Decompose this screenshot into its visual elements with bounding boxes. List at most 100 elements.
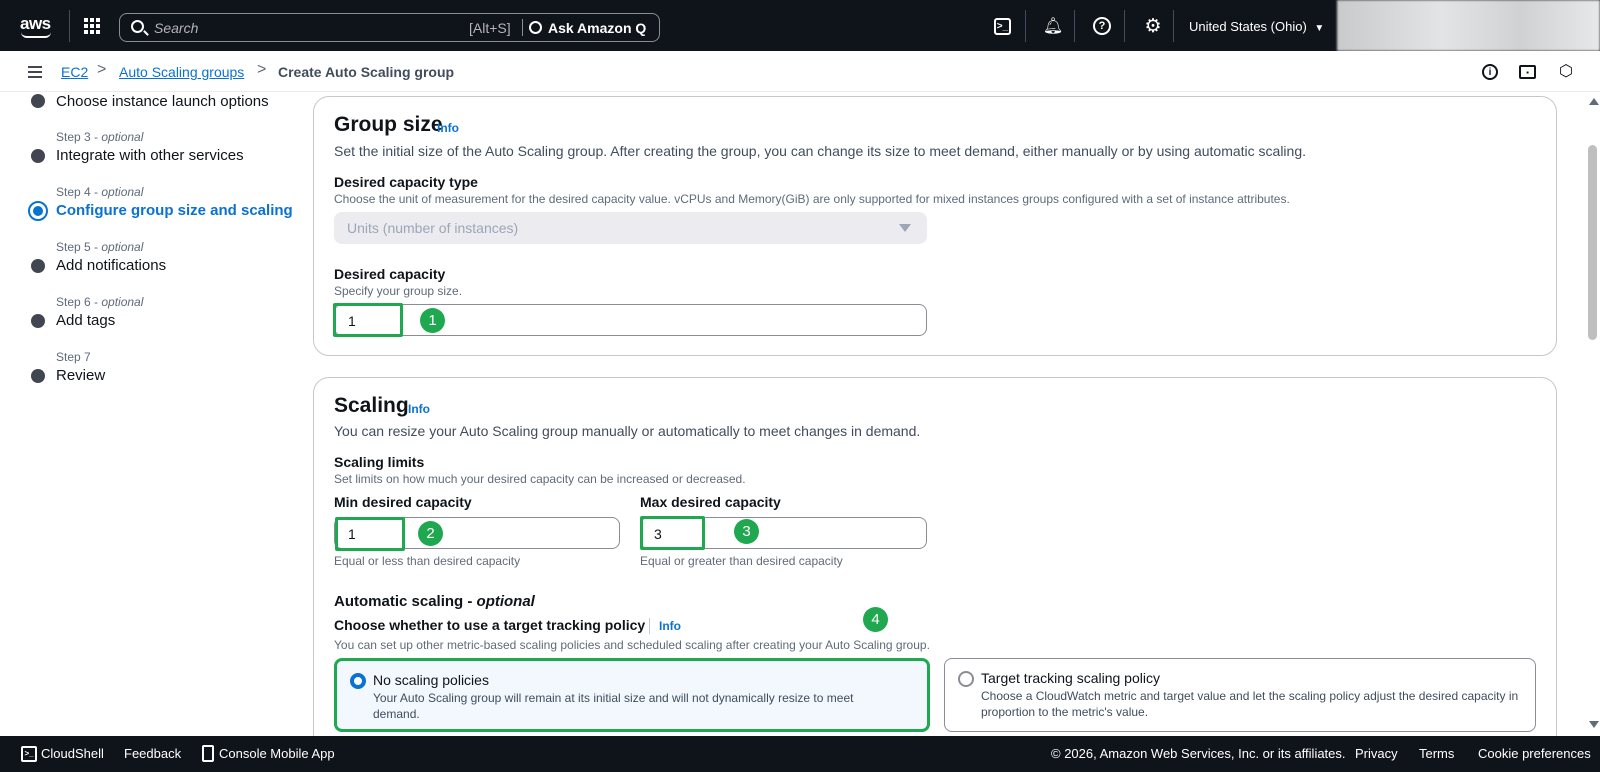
scaling-info-link[interactable]: Info: [408, 402, 430, 416]
group-size-panel: Group size Info Set the initial size of …: [313, 96, 1557, 356]
divider: [1173, 10, 1174, 42]
desired-capacity-description: Specify your group size.: [334, 284, 463, 298]
caret-down-icon: [899, 224, 911, 232]
option-description: Choose a CloudWatch metric and target va…: [981, 689, 1519, 719]
desired-capacity-label: Desired capacity: [334, 266, 446, 282]
min-capacity-label: Min desired capacity: [334, 494, 472, 510]
search-input[interactable]: Search [Alt+S] Ask Amazon Q: [119, 13, 660, 42]
settings-gear-icon[interactable]: ⚙: [1143, 16, 1163, 37]
annotation-badge: 1: [420, 308, 445, 333]
policy-description: You can set up other metric-based scalin…: [334, 638, 930, 652]
step-dot: [31, 314, 45, 328]
max-capacity-label: Max desired capacity: [640, 494, 781, 510]
step-dot: [31, 259, 45, 273]
footer-copyright: © 2026, Amazon Web Services, Inc. or its…: [1051, 746, 1346, 761]
radio-selected-icon[interactable]: [350, 673, 366, 689]
radio-unselected-icon[interactable]: [958, 671, 974, 687]
option-title: Target tracking scaling policy: [981, 670, 1160, 686]
cloudshell-icon[interactable]: >_: [21, 746, 37, 762]
menu-hamburger-icon[interactable]: [28, 66, 42, 78]
footer-cookie-preferences-link[interactable]: Cookie preferences: [1478, 746, 1591, 761]
search-shortcut: [Alt+S]: [469, 20, 511, 36]
step-caption: Step 7: [56, 350, 91, 364]
step-title: Add tags: [56, 312, 116, 329]
capacity-type-label: Desired capacity type: [334, 174, 478, 190]
target-tracking-option[interactable]: Target tracking scaling policy Choose a …: [944, 658, 1536, 732]
option-title: No scaling policies: [373, 672, 489, 688]
screen-feedback-icon[interactable]: ▪: [1519, 65, 1536, 79]
breadcrumb-auto-scaling-groups[interactable]: Auto Scaling groups: [119, 64, 244, 80]
scrollbar-thumb[interactable]: [1588, 145, 1597, 340]
region-label: United States (Ohio): [1189, 19, 1307, 34]
step-title: Choose instance launch options: [56, 93, 269, 110]
group-size-title: Group size: [334, 113, 443, 136]
step-title: Configure group size and scaling: [56, 202, 293, 219]
capacity-type-select: Units (number of instances): [334, 212, 927, 244]
footer-cloudshell-link[interactable]: CloudShell: [41, 746, 104, 761]
top-navigation: aws Search [Alt+S] Ask Amazon Q >_ 🔔︎ ? …: [0, 0, 1600, 51]
annotation-highlight-box: [333, 303, 403, 337]
help-icon[interactable]: ?: [1093, 17, 1111, 35]
scroll-up-arrow-icon[interactable]: [1589, 98, 1599, 105]
annotation-badge: 3: [734, 519, 759, 544]
min-capacity-hint: Equal or less than desired capacity: [334, 554, 521, 568]
policy-info-link[interactable]: Info: [659, 619, 681, 633]
footer-mobile-app-link[interactable]: Console Mobile App: [219, 746, 335, 761]
amazon-q-hex-icon[interactable]: ⬡: [1557, 62, 1575, 80]
chevron-right-icon: >: [97, 61, 107, 78]
ask-amazon-q-button[interactable]: Ask Amazon Q: [548, 20, 646, 36]
breadcrumb-ec2[interactable]: EC2: [61, 64, 88, 80]
policy-question-label: Choose whether to use a target tracking …: [334, 617, 646, 633]
cloudshell-icon[interactable]: >_: [994, 18, 1011, 35]
aws-logo[interactable]: aws: [20, 14, 54, 38]
divider: [1025, 10, 1026, 42]
step-active-dot: [28, 201, 48, 221]
search-placeholder: Search: [154, 20, 199, 36]
step-caption: Step 5 - optional: [56, 240, 144, 254]
account-menu-redacted[interactable]: [1337, 0, 1600, 51]
breadcrumb-current: Create Auto Scaling group: [278, 64, 455, 80]
scaling-limits-label: Scaling limits: [334, 454, 425, 470]
scroll-down-arrow-icon[interactable]: [1589, 721, 1599, 728]
divider: [649, 618, 650, 634]
region-selector[interactable]: United States (Ohio) ▼: [1189, 19, 1324, 34]
no-scaling-policies-option[interactable]: No scaling policies Your Auto Scaling gr…: [334, 658, 930, 732]
step-title: Add notifications: [56, 257, 167, 274]
scaling-panel: Scaling Info You can resize your Auto Sc…: [313, 377, 1557, 757]
step-caption: Step 4 - optional: [56, 185, 144, 199]
services-grid-icon[interactable]: [84, 18, 100, 34]
capacity-type-value: Units (number of instances): [347, 220, 519, 236]
info-panel-icon[interactable]: i: [1482, 64, 1498, 80]
step-caption: Step 3 - optional: [56, 130, 144, 144]
automatic-scaling-heading: Automatic scaling - optional: [334, 593, 535, 610]
search-icon: [131, 20, 144, 33]
step-title: Integrate with other services: [56, 147, 244, 164]
divider: [1124, 10, 1125, 42]
notifications-bell-icon[interactable]: 🔔︎: [1043, 16, 1063, 36]
mobile-phone-icon: [202, 745, 214, 762]
footer-privacy-link[interactable]: Privacy: [1355, 746, 1398, 761]
scaling-title: Scaling: [334, 394, 409, 417]
aws-logo-text: aws: [20, 14, 51, 33]
group-size-info-link[interactable]: Info: [437, 121, 459, 135]
step-dot: [31, 369, 45, 383]
divider: [1074, 10, 1075, 42]
caret-down-icon: ▼: [1314, 23, 1325, 34]
step-caption: Step 6 - optional: [56, 295, 144, 309]
scaling-limits-description: Set limits on how much your desired capa…: [334, 472, 746, 486]
amazon-q-icon: [529, 21, 542, 34]
step-title: Review: [56, 367, 106, 384]
footer-bar: >_ CloudShell Feedback Console Mobile Ap…: [0, 736, 1600, 772]
group-size-description: Set the initial size of the Auto Scaling…: [334, 143, 1307, 159]
option-description: Your Auto Scaling group will remain at i…: [373, 691, 854, 721]
breadcrumb-bar: EC2 > Auto Scaling groups > Create Auto …: [0, 51, 1600, 92]
max-capacity-hint: Equal or greater than desired capacity: [640, 554, 843, 568]
annotation-badge: 2: [418, 521, 443, 546]
chevron-right-icon: >: [257, 61, 267, 78]
annotation-highlight-box: [640, 516, 705, 550]
footer-terms-link[interactable]: Terms: [1419, 746, 1454, 761]
annotation-highlight-box: [335, 517, 405, 551]
capacity-type-description: Choose the unit of measurement for the d…: [334, 192, 1290, 206]
divider: [522, 19, 523, 36]
footer-feedback-link[interactable]: Feedback: [124, 746, 181, 761]
